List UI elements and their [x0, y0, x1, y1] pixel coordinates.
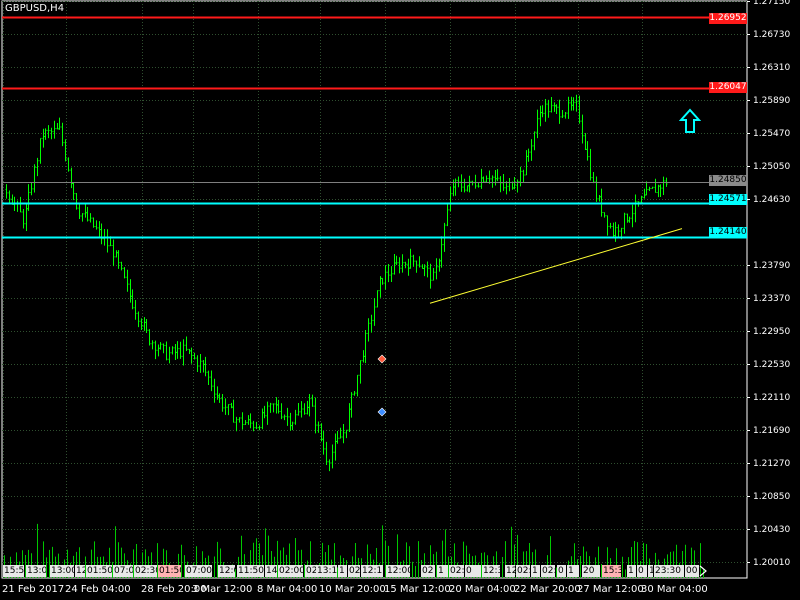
time-axis-label: 22 Mar 20:00	[514, 584, 581, 595]
bar-time-balloon: 11:50	[237, 565, 264, 577]
bar-time-balloon: 12	[505, 565, 515, 577]
bar-time-balloon: 1	[531, 565, 540, 577]
bar-time-balloon: 0	[465, 565, 481, 577]
bar-time-balloon: 15:3	[602, 565, 621, 577]
chart-window[interactable]: GBPUSD,H4 1.26952 1.26047 1.24850 1.2457…	[0, 0, 800, 600]
bar-time-balloon: 02:	[516, 565, 530, 577]
bar-time-balloon: 12	[75, 565, 85, 577]
bar-time-balloon: 12:3	[482, 565, 500, 577]
time-axis-label: 27 Mar 12:00	[577, 584, 644, 595]
time-axis-label: 21 Feb 2017	[2, 584, 65, 595]
bar-time-balloon: 01:50	[86, 565, 112, 577]
bar-time-balloon: 12:00	[386, 565, 410, 577]
resistance-2-price-tag: 1.26047	[709, 82, 747, 93]
bar-time-balloon: 23:30	[654, 565, 684, 577]
bar-time-balloon: 07:00	[185, 565, 212, 577]
time-axis-label: 3 Mar 12:00	[192, 584, 253, 595]
time-axis-label: 20 Mar 04:00	[449, 584, 516, 595]
bar-time-balloon: 1	[648, 565, 653, 577]
bar-time-balloon: 1	[567, 565, 579, 577]
price-axis-label: 1.20010	[753, 557, 791, 568]
price-axis-label: 1.20430	[753, 524, 791, 535]
bar-time-balloon: 02:30	[134, 565, 157, 577]
price-axis-label: 1.22110	[753, 392, 791, 403]
bar-time-balloon: 15:50	[3, 565, 24, 577]
bar-time-balloon: 02:00	[278, 565, 303, 577]
bar-time-balloon: 14	[265, 565, 277, 577]
bar-time-balloon: 13:0	[26, 565, 46, 577]
price-axis-label: 1.24630	[753, 194, 791, 205]
price-axis-label: 1.25050	[753, 161, 791, 172]
buy-marker-icon[interactable]	[377, 407, 387, 417]
price-axis-label: 1.21690	[753, 425, 791, 436]
price-axis-label: 1.26310	[753, 62, 791, 73]
price-axis-label: 1.23790	[753, 260, 791, 271]
price-axis-label: 1.22530	[753, 359, 791, 370]
bar-time-balloon: 02:0	[449, 565, 464, 577]
symbol-label: GBPUSD,H4	[5, 3, 65, 14]
bar-time-balloon: 02	[305, 565, 316, 577]
support-1-price-tag: 1.24571	[709, 194, 747, 205]
bar-time-balloon: 1	[437, 565, 448, 577]
bar-time-balloon: 1	[338, 565, 347, 577]
price-axis-label: 1.26730	[753, 29, 791, 40]
bar-time-balloon: 01:50	[158, 565, 181, 577]
bar-time-balloon: 13:00	[50, 565, 74, 577]
bar-time-balloon: 12:0	[218, 565, 235, 577]
bar-time-balloon: 07:0	[113, 565, 133, 577]
bar-time-balloon: 20	[582, 565, 600, 577]
bar-time-balloon: 02:	[541, 565, 555, 577]
price-axis-label: 1.22950	[753, 326, 791, 337]
price-axis-label: 1.23370	[753, 293, 791, 304]
bar-time-balloon: 13:1	[316, 565, 337, 577]
bar-time-balloon: 0	[637, 565, 647, 577]
price-axis-label: 1.25890	[753, 95, 791, 106]
sell-marker-icon[interactable]	[377, 354, 387, 364]
bar-time-balloon: 02	[348, 565, 360, 577]
price-axis-label: 1.20850	[753, 491, 791, 502]
time-axis-label: 10 Mar 20:00	[319, 584, 386, 595]
bar-time-balloon: 0	[557, 565, 566, 577]
price-axis-label: 1.25470	[753, 128, 791, 139]
up-arrow-icon[interactable]	[679, 108, 701, 134]
resistance-top-price-tag: 1.26952	[709, 13, 747, 24]
bar-time-balloon: 1	[627, 565, 636, 577]
time-axis-label: 24 Feb 04:00	[65, 584, 131, 595]
bar-time-balloon: 02	[421, 565, 435, 577]
price-axis-label: 1.21270	[753, 458, 791, 469]
bar-time-balloon: 00	[685, 565, 699, 577]
price-chart[interactable]	[0, 0, 800, 600]
time-axis-label: 8 Mar 04:00	[257, 584, 318, 595]
support-2-price-tag: 1.24140	[709, 227, 747, 238]
price-axis-label: 1.27150	[753, 0, 791, 7]
bar-time-balloon: 12:1	[361, 565, 383, 577]
last-price-tag: 1.24850	[709, 175, 747, 186]
time-axis-label: 15 Mar 12:00	[384, 584, 451, 595]
time-axis-label: 30 Mar 04:00	[641, 584, 708, 595]
